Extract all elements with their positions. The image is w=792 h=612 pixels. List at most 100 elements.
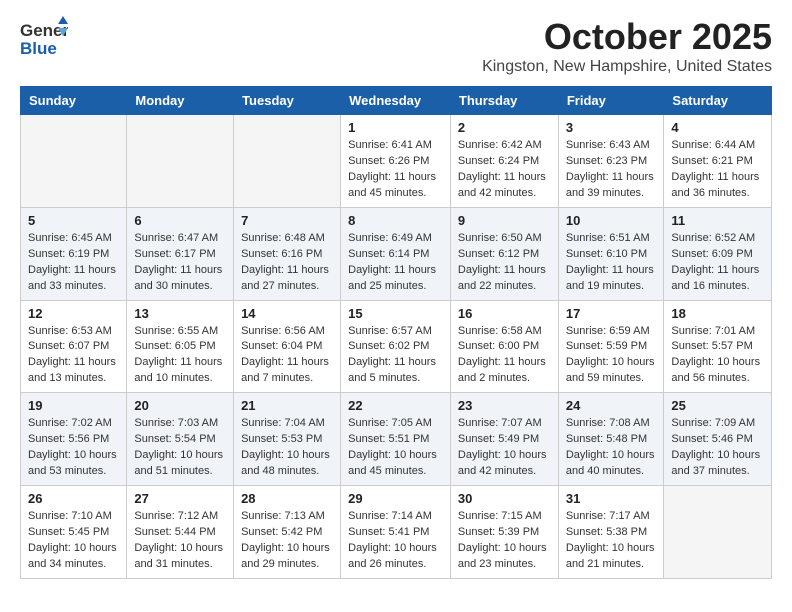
day-info: Sunrise: 6:47 AMSunset: 6:17 PMDaylight:… (134, 231, 226, 295)
day-number: 25 (671, 398, 764, 413)
table-row: 5Sunrise: 6:45 AMSunset: 6:19 PMDaylight… (21, 207, 127, 300)
day-number: 15 (348, 306, 443, 321)
svg-text:Blue: Blue (20, 39, 57, 58)
table-row: 25 Sunrise: 7:09 AMSunset: 5:46 PMDayligh… (664, 393, 772, 486)
day-info: Sunrise: 6:43 AMSunset: 6:23 PMDaylight:… (566, 138, 657, 202)
day-info: Sunrise: 7:08 AMSunset: 5:48 PMDaylight:… (566, 416, 657, 480)
table-row: 2Sunrise: 6:42 AMSunset: 6:24 PMDaylight… (450, 115, 558, 208)
day-number: 16 (458, 306, 551, 321)
day-info: Sunrise: 6:59 AMSunset: 5:59 PMDaylight:… (566, 324, 657, 388)
day-info: Sunrise: 6:57 AMSunset: 6:02 PMDaylight:… (348, 324, 443, 388)
calendar-week-row: 5Sunrise: 6:45 AMSunset: 6:19 PMDaylight… (21, 207, 772, 300)
day-number: 30 (458, 491, 551, 506)
calendar-week-row: 19 Sunrise: 7:02 AMSunset: 5:56 PMDayligh… (21, 393, 772, 486)
calendar-week-row: 26 Sunrise: 7:10 AMSunset: 5:45 PMDayligh… (21, 486, 772, 579)
day-number: 7 (241, 213, 333, 228)
day-info: Sunrise: 7:14 AMSunset: 5:41 PMDaylight:… (348, 509, 443, 573)
table-row: 17 Sunrise: 6:59 AMSunset: 5:59 PMDayligh… (558, 300, 664, 393)
day-info: Sunrise: 6:49 AMSunset: 6:14 PMDaylight:… (348, 231, 443, 295)
table-row: 26 Sunrise: 7:10 AMSunset: 5:45 PMDayligh… (21, 486, 127, 579)
day-info: Sunrise: 6:44 AMSunset: 6:21 PMDaylight:… (671, 138, 764, 202)
day-info: Sunrise: 7:17 AMSunset: 5:38 PMDaylight:… (566, 509, 657, 573)
table-row: 1Sunrise: 6:41 AMSunset: 6:26 PMDaylight… (341, 115, 451, 208)
table-row (127, 115, 234, 208)
day-info: Sunrise: 6:52 AMSunset: 6:09 PMDaylight:… (671, 231, 764, 295)
day-info: Sunrise: 6:50 AMSunset: 6:12 PMDaylight:… (458, 231, 551, 295)
table-row: 13 Sunrise: 6:55 AMSunset: 6:05 PMDayligh… (127, 300, 234, 393)
table-row: 23Sunrise: 7:07 AMSunset: 5:49 PMDayligh… (450, 393, 558, 486)
table-row: 12 Sunrise: 6:53 AMSunset: 6:07 PMDayligh… (21, 300, 127, 393)
table-row: 10Sunrise: 6:51 AMSunset: 6:10 PMDayligh… (558, 207, 664, 300)
day-number: 10 (566, 213, 657, 228)
header: General Blue October 2025 Kingston, New … (20, 16, 772, 76)
day-number: 23 (458, 398, 551, 413)
day-number: 9 (458, 213, 551, 228)
logo: General Blue (20, 16, 68, 65)
day-info: Sunrise: 7:13 AMSunset: 5:42 PMDaylight:… (241, 509, 333, 573)
day-number: 11 (671, 213, 764, 228)
table-row: 14Sunrise: 6:56 AMSunset: 6:04 PMDayligh… (234, 300, 341, 393)
day-info: Sunrise: 7:04 AMSunset: 5:53 PMDaylight:… (241, 416, 333, 480)
calendar: Sunday Monday Tuesday Wednesday Thursday… (20, 86, 772, 579)
day-number: 26 (28, 491, 119, 506)
day-number: 17 (566, 306, 657, 321)
calendar-header-row: Sunday Monday Tuesday Wednesday Thursday… (21, 87, 772, 115)
day-number: 14 (241, 306, 333, 321)
table-row (21, 115, 127, 208)
day-info: Sunrise: 6:58 AMSunset: 6:00 PMDaylight:… (458, 324, 551, 388)
day-info: Sunrise: 7:01 AMSunset: 5:57 PMDaylight:… (671, 324, 764, 388)
day-info: Sunrise: 7:15 AMSunset: 5:39 PMDaylight:… (458, 509, 551, 573)
table-row (234, 115, 341, 208)
day-number: 1 (348, 120, 443, 135)
table-row: 6 Sunrise: 6:47 AMSunset: 6:17 PMDaylight… (127, 207, 234, 300)
day-number: 8 (348, 213, 443, 228)
table-row: 8 Sunrise: 6:49 AMSunset: 6:14 PMDaylight… (341, 207, 451, 300)
day-info: Sunrise: 7:10 AMSunset: 5:45 PMDaylight:… (28, 509, 119, 573)
table-row: 18Sunrise: 7:01 AMSunset: 5:57 PMDayligh… (664, 300, 772, 393)
day-info: Sunrise: 6:42 AMSunset: 6:24 PMDaylight:… (458, 138, 551, 202)
day-info: Sunrise: 6:48 AMSunset: 6:16 PMDaylight:… (241, 231, 333, 295)
day-info: Sunrise: 7:05 AMSunset: 5:51 PMDaylight:… (348, 416, 443, 480)
table-row: 11 Sunrise: 6:52 AMSunset: 6:09 PMDayligh… (664, 207, 772, 300)
table-row: 16 Sunrise: 6:58 AMSunset: 6:00 PMDayligh… (450, 300, 558, 393)
table-row: 27 Sunrise: 7:12 AMSunset: 5:44 PMDayligh… (127, 486, 234, 579)
day-info: Sunrise: 6:55 AMSunset: 6:05 PMDaylight:… (134, 324, 226, 388)
day-number: 27 (134, 491, 226, 506)
table-row: 20 Sunrise: 7:03 AMSunset: 5:54 PMDayligh… (127, 393, 234, 486)
day-number: 19 (28, 398, 119, 413)
location-title: Kingston, New Hampshire, United States (482, 58, 772, 76)
calendar-week-row: 12 Sunrise: 6:53 AMSunset: 6:07 PMDayligh… (21, 300, 772, 393)
day-number: 3 (566, 120, 657, 135)
col-thursday: Thursday (450, 87, 558, 115)
day-info: Sunrise: 7:12 AMSunset: 5:44 PMDaylight:… (134, 509, 226, 573)
day-number: 22 (348, 398, 443, 413)
col-saturday: Saturday (664, 87, 772, 115)
table-row: 31Sunrise: 7:17 AMSunset: 5:38 PMDayligh… (558, 486, 664, 579)
table-row: 22 Sunrise: 7:05 AMSunset: 5:51 PMDayligh… (341, 393, 451, 486)
day-info: Sunrise: 7:09 AMSunset: 5:46 PMDaylight:… (671, 416, 764, 480)
table-row: 15 Sunrise: 6:57 AMSunset: 6:02 PMDayligh… (341, 300, 451, 393)
logo-icon: General Blue (20, 16, 68, 65)
day-number: 21 (241, 398, 333, 413)
table-row (664, 486, 772, 579)
calendar-week-row: 1Sunrise: 6:41 AMSunset: 6:26 PMDaylight… (21, 115, 772, 208)
day-info: Sunrise: 7:02 AMSunset: 5:56 PMDaylight:… (28, 416, 119, 480)
day-number: 4 (671, 120, 764, 135)
day-number: 28 (241, 491, 333, 506)
day-info: Sunrise: 7:03 AMSunset: 5:54 PMDaylight:… (134, 416, 226, 480)
day-number: 6 (134, 213, 226, 228)
day-info: Sunrise: 6:53 AMSunset: 6:07 PMDaylight:… (28, 324, 119, 388)
col-friday: Friday (558, 87, 664, 115)
day-number: 13 (134, 306, 226, 321)
table-row: 7 Sunrise: 6:48 AMSunset: 6:16 PMDaylight… (234, 207, 341, 300)
day-number: 20 (134, 398, 226, 413)
month-title: October 2025 (482, 16, 772, 58)
col-monday: Monday (127, 87, 234, 115)
page: General Blue October 2025 Kingston, New … (0, 0, 792, 595)
title-area: October 2025 Kingston, New Hampshire, Un… (482, 16, 772, 76)
day-number: 12 (28, 306, 119, 321)
day-number: 24 (566, 398, 657, 413)
col-wednesday: Wednesday (341, 87, 451, 115)
table-row: 29Sunrise: 7:14 AMSunset: 5:41 PMDayligh… (341, 486, 451, 579)
day-info: Sunrise: 6:45 AMSunset: 6:19 PMDaylight:… (28, 231, 119, 295)
